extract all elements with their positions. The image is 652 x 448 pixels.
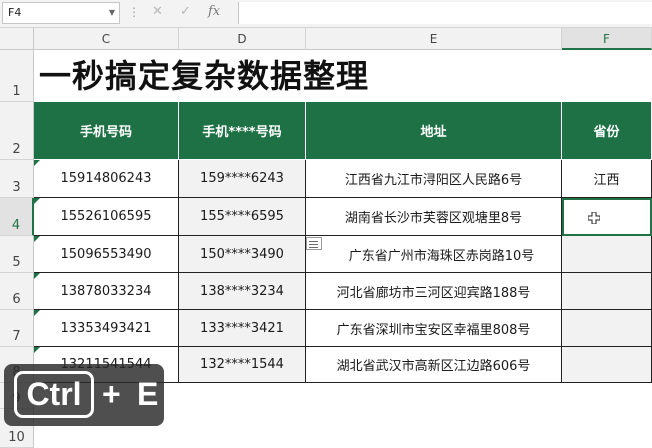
row-header-2[interactable]: 2 <box>0 102 34 160</box>
select-all-corner[interactable] <box>0 28 34 50</box>
phone-cell[interactable]: 13878033234 <box>34 273 179 310</box>
province-cell[interactable] <box>562 273 652 310</box>
header-cell-phone[interactable]: 手机号码 <box>34 102 179 160</box>
column-header-f[interactable]: F <box>562 28 652 50</box>
province-cell[interactable]: 江西 <box>562 160 652 198</box>
cell-cursor-icon <box>588 212 600 224</box>
address-cell[interactable]: 河北省廊坊市三河区迎宾路188号 <box>306 273 562 310</box>
ctrl-key: Ctrl <box>14 371 94 418</box>
address-cell[interactable]: 湖南省长沙市芙蓉区观塘里8号 <box>306 198 562 236</box>
masked-phone-cell[interactable]: 155****6595 <box>179 198 306 236</box>
phone-cell[interactable]: 13353493421 <box>34 310 179 347</box>
phone-cell[interactable]: 15096553490 <box>34 236 179 273</box>
phone-cell[interactable]: 15526106595 <box>34 198 179 236</box>
column-header-d[interactable]: D <box>179 28 306 50</box>
header-cell-address[interactable]: 地址 <box>306 102 562 160</box>
active-cell-selection[interactable] <box>562 198 652 236</box>
enter-icon[interactable]: ✓ <box>180 4 191 19</box>
masked-phone-cell[interactable]: 132****1544 <box>179 347 306 383</box>
masked-phone-cell[interactable]: 138****3234 <box>179 273 306 310</box>
sheet-title[interactable]: 一秒搞定复杂数据整理 <box>36 50 652 102</box>
province-cell[interactable] <box>562 347 652 383</box>
plus-sign: + <box>102 376 121 412</box>
column-header-c[interactable]: C <box>34 28 179 50</box>
row-header-5[interactable]: 5 <box>0 236 34 273</box>
header-cell-province[interactable]: 省份 <box>562 102 652 160</box>
cancel-icon[interactable]: ✕ <box>152 4 163 19</box>
e-key: E <box>137 376 159 412</box>
insert-function-icon[interactable]: fx <box>208 4 220 19</box>
row-header-3[interactable]: 3 <box>0 160 34 198</box>
address-cell[interactable]: 江西省九江市浔阳区人民路6号 <box>306 160 562 198</box>
flash-fill-options-icon[interactable] <box>306 237 322 250</box>
province-cell[interactable] <box>562 236 652 273</box>
name-box[interactable]: F4 ▼ <box>2 2 120 24</box>
formula-bar: F4 ▼ ⋮ ✕ ✓ fx <box>0 0 652 28</box>
header-cell-masked-phone[interactable]: 手机****号码 <box>179 102 306 160</box>
masked-phone-cell[interactable]: 159****6243 <box>179 160 306 198</box>
address-cell[interactable]: 广东省广州市海珠区赤岗路10号 <box>306 236 562 273</box>
row-header-1[interactable]: 1 <box>0 50 34 102</box>
row-header-6[interactable]: 6 <box>0 273 34 310</box>
row-header-7[interactable]: 7 <box>0 310 34 347</box>
phone-cell[interactable]: 15914806243 <box>34 160 179 198</box>
masked-phone-cell[interactable]: 133****3421 <box>179 310 306 347</box>
masked-phone-cell[interactable]: 150****3490 <box>179 236 306 273</box>
name-box-value: F4 <box>8 6 22 19</box>
keyboard-shortcut-overlay: Ctrl + E <box>4 364 164 426</box>
chevron-down-icon[interactable]: ▼ <box>109 3 115 23</box>
column-header-e[interactable]: E <box>306 28 562 50</box>
address-cell[interactable]: 湖北省武汉市高新区江边路606号 <box>306 347 562 383</box>
row-header-4[interactable]: 4 <box>0 198 34 236</box>
address-cell[interactable]: 广东省深圳市宝安区幸福里808号 <box>306 310 562 347</box>
province-cell[interactable] <box>562 310 652 347</box>
more-options-icon[interactable]: ⋮ <box>128 5 140 19</box>
formula-input[interactable] <box>238 2 652 24</box>
